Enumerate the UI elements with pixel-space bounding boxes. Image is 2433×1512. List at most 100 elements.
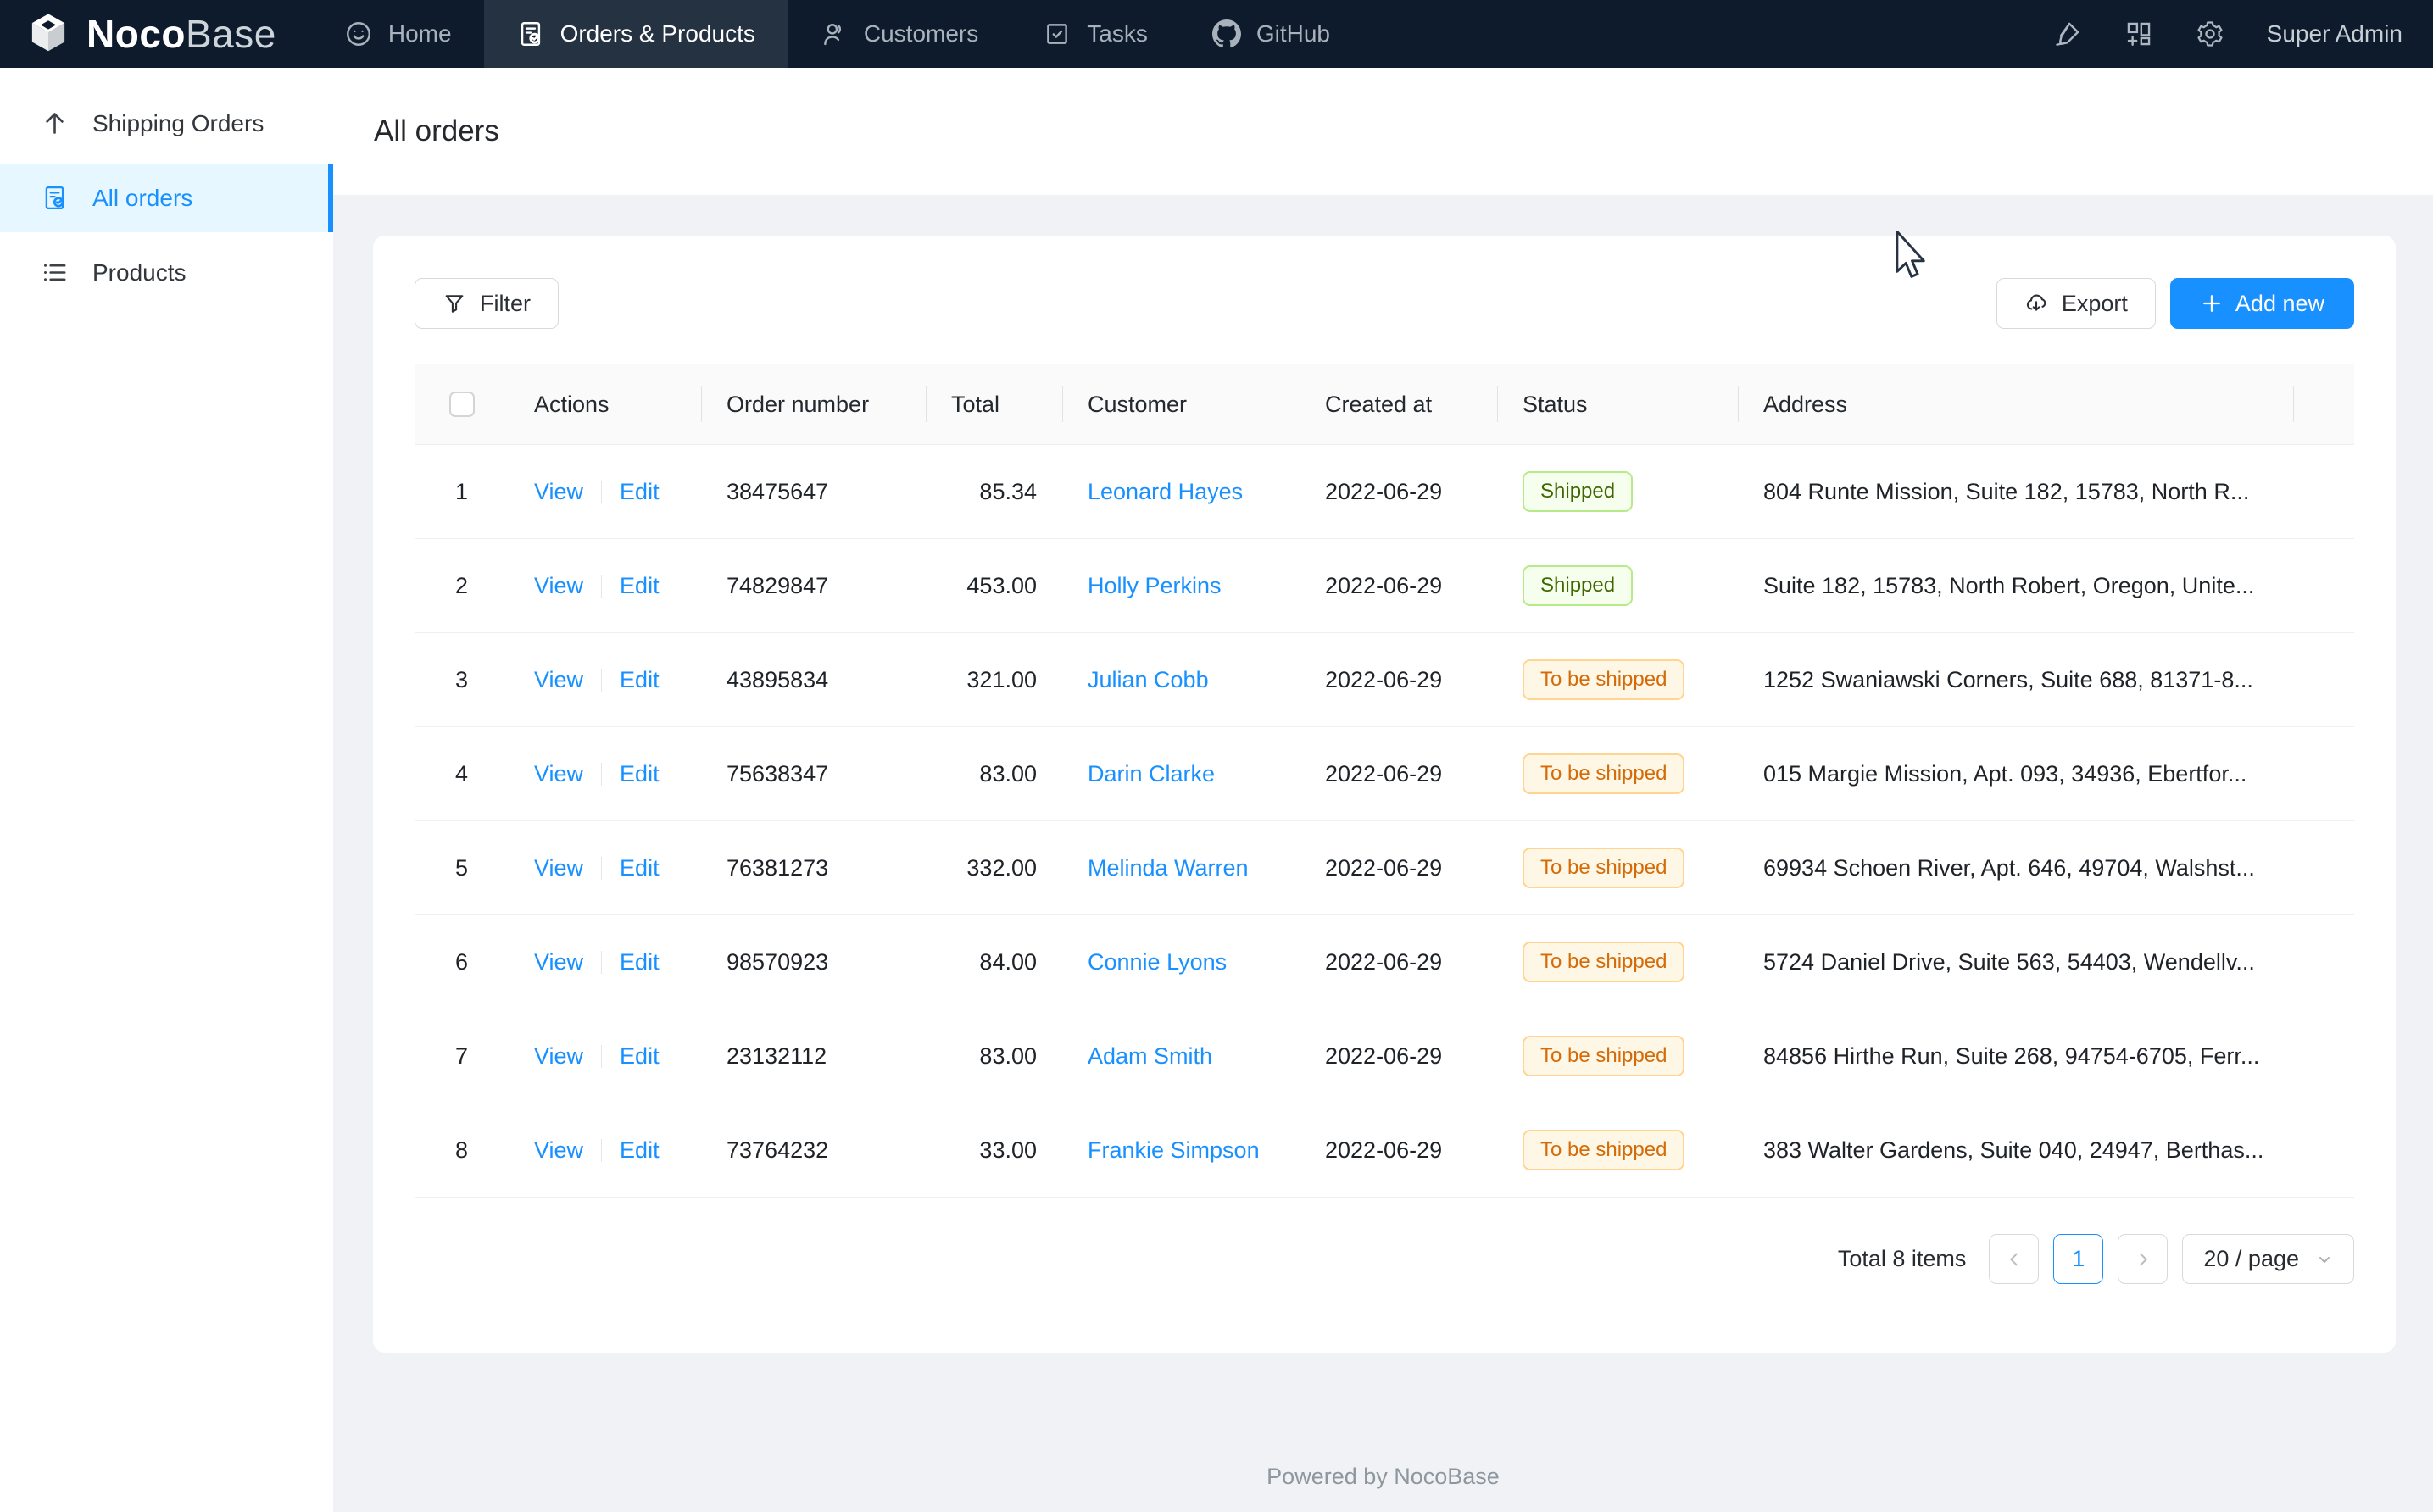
created-at-cell: 2022-06-29 <box>1300 949 1497 976</box>
row-actions: View Edit <box>509 855 701 881</box>
table-row: 1 ViewEdit 38475647 85.34 Leonard Hayes … <box>415 445 2354 539</box>
row-actions: View Edit <box>509 761 701 787</box>
view-link[interactable]: View <box>534 667 583 692</box>
edit-link[interactable]: Edit <box>620 1137 660 1163</box>
view-link[interactable]: View <box>534 573 583 598</box>
total-cell: 33.00 <box>926 1137 1062 1164</box>
tab-home[interactable]: Home <box>312 0 484 68</box>
edit-link[interactable]: Edit <box>620 667 660 692</box>
gear-icon[interactable] <box>2196 19 2224 48</box>
view-link[interactable]: View <box>534 479 583 504</box>
row-index: 5 <box>415 855 509 881</box>
status-cell: Shipped <box>1497 471 1738 512</box>
table-row: 7 ViewEdit 23132112 83.00 Adam Smith 202… <box>415 1009 2354 1103</box>
total-cell: 83.00 <box>926 1043 1062 1070</box>
filter-button[interactable]: Filter <box>415 278 559 329</box>
customer-link[interactable]: Holly Perkins <box>1088 573 1222 598</box>
action-divider <box>601 481 602 503</box>
order-number-cell: 23132112 <box>701 1043 926 1070</box>
funnel-icon <box>443 292 466 315</box>
pagination: Total 8 items 1 20 / page <box>415 1234 2354 1284</box>
customer-cell: Frankie Simpson <box>1062 1137 1300 1164</box>
status-badge: To be shipped <box>1523 942 1684 982</box>
status-cell: Shipped <box>1497 565 1738 606</box>
order-number-cell: 73764232 <box>701 1137 926 1164</box>
address-cell: Suite 182, 15783, North Robert, Oregon, … <box>1738 573 2293 599</box>
customer-link[interactable]: Melinda Warren <box>1088 855 1249 881</box>
total-cell: 85.34 <box>926 479 1062 505</box>
orders-table: Actions Order number Total Customer Crea… <box>415 364 2354 1198</box>
edit-link[interactable]: Edit <box>620 479 660 504</box>
column-header-customer: Customer <box>1062 364 1300 444</box>
status-cell: To be shipped <box>1497 1130 1738 1170</box>
customer-link[interactable]: Leonard Hayes <box>1088 479 1243 504</box>
customer-link[interactable]: Connie Lyons <box>1088 949 1227 975</box>
tab-customers[interactable]: Customers <box>788 0 1011 68</box>
view-link[interactable]: View <box>534 1043 583 1069</box>
status-cell: To be shipped <box>1497 848 1738 888</box>
action-divider <box>601 1139 602 1162</box>
table-row: 2 ViewEdit 74829847 453.00 Holly Perkins… <box>415 539 2354 633</box>
customer-link[interactable]: Julian Cobb <box>1088 667 1209 692</box>
nav-tabs: Home Orders & Products Customers <box>312 0 1362 68</box>
edit-link[interactable]: Edit <box>620 1043 660 1069</box>
column-header-actions: Actions <box>509 364 701 444</box>
sidebar-item-shipping-orders[interactable]: Shipping Orders <box>0 89 333 158</box>
address-cell: 69934 Schoen River, Apt. 646, 49704, Wal… <box>1738 855 2293 881</box>
tab-github[interactable]: GitHub <box>1180 0 1362 68</box>
column-header-empty <box>2293 364 2354 444</box>
next-page-button[interactable] <box>2118 1234 2168 1284</box>
github-icon <box>1212 19 1241 48</box>
address-cell: 84856 Hirthe Run, Suite 268, 94754-6705,… <box>1738 1043 2293 1070</box>
created-at-cell: 2022-06-29 <box>1300 479 1497 505</box>
row-index: 1 <box>415 479 509 505</box>
table-header: Actions Order number Total Customer Crea… <box>415 364 2354 445</box>
customer-cell: Leonard Hayes <box>1062 479 1300 505</box>
tab-tasks[interactable]: Tasks <box>1011 0 1180 68</box>
export-button[interactable]: Export <box>1996 278 2156 329</box>
customer-link[interactable]: Adam Smith <box>1088 1043 1212 1069</box>
page-number-1[interactable]: 1 <box>2053 1234 2103 1284</box>
total-cell: 332.00 <box>926 855 1062 881</box>
tab-orders-products[interactable]: Orders & Products <box>484 0 788 68</box>
blocks-plus-icon[interactable] <box>2124 19 2153 48</box>
status-badge: To be shipped <box>1523 848 1684 888</box>
table-row: 5 View Edit 76381273 332.00 Melinda Warre… <box>415 821 2354 915</box>
nocobase-logo[interactable]: NocoBase <box>0 0 298 68</box>
customer-cell: Julian Cobb <box>1062 667 1300 693</box>
view-link[interactable]: View <box>534 949 583 975</box>
highlighter-icon[interactable] <box>2053 19 2082 48</box>
sidebar-item-all-orders[interactable]: All orders <box>0 164 333 232</box>
created-at-cell: 2022-06-29 <box>1300 855 1497 881</box>
view-link[interactable]: View <box>534 761 583 787</box>
order-number-cell: 75638347 <box>701 761 926 787</box>
user-menu[interactable]: Super Admin <box>2267 20 2402 47</box>
edit-link[interactable]: Edit <box>620 573 660 598</box>
add-new-button[interactable]: Add new <box>2170 278 2354 329</box>
chevron-right-icon <box>2134 1250 2152 1269</box>
plus-icon <box>2200 292 2224 315</box>
row-index: 8 <box>415 1137 509 1164</box>
order-number-cell: 38475647 <box>701 479 926 505</box>
column-header-status: Status <box>1497 364 1738 444</box>
status-badge: Shipped <box>1523 471 1633 512</box>
total-cell: 453.00 <box>926 573 1062 599</box>
order-number-cell: 76381273 <box>701 855 926 881</box>
edit-link[interactable]: Edit <box>620 761 660 787</box>
edit-link[interactable]: Edit <box>620 855 660 881</box>
table-row: 6 ViewEdit 98570923 84.00 Connie Lyons 2… <box>415 915 2354 1009</box>
customer-link[interactable]: Frankie Simpson <box>1088 1137 1260 1163</box>
address-cell: 015 Margie Mission, Apt. 093, 34936, Ebe… <box>1738 761 2293 787</box>
page-size-select[interactable]: 20 / page <box>2182 1234 2354 1284</box>
row-index: 7 <box>415 1043 509 1070</box>
action-divider <box>601 951 602 974</box>
view-link[interactable]: View <box>534 1137 583 1163</box>
prev-page-button[interactable] <box>1989 1234 2039 1284</box>
select-all-checkbox[interactable] <box>449 392 475 417</box>
edit-link[interactable]: Edit <box>620 949 660 975</box>
cloud-download-icon <box>2024 292 2048 315</box>
sidebar-item-products[interactable]: Products <box>0 238 333 307</box>
status-cell: To be shipped <box>1497 753 1738 794</box>
customer-link[interactable]: Darin Clarke <box>1088 761 1215 787</box>
view-link[interactable]: View <box>534 855 583 881</box>
